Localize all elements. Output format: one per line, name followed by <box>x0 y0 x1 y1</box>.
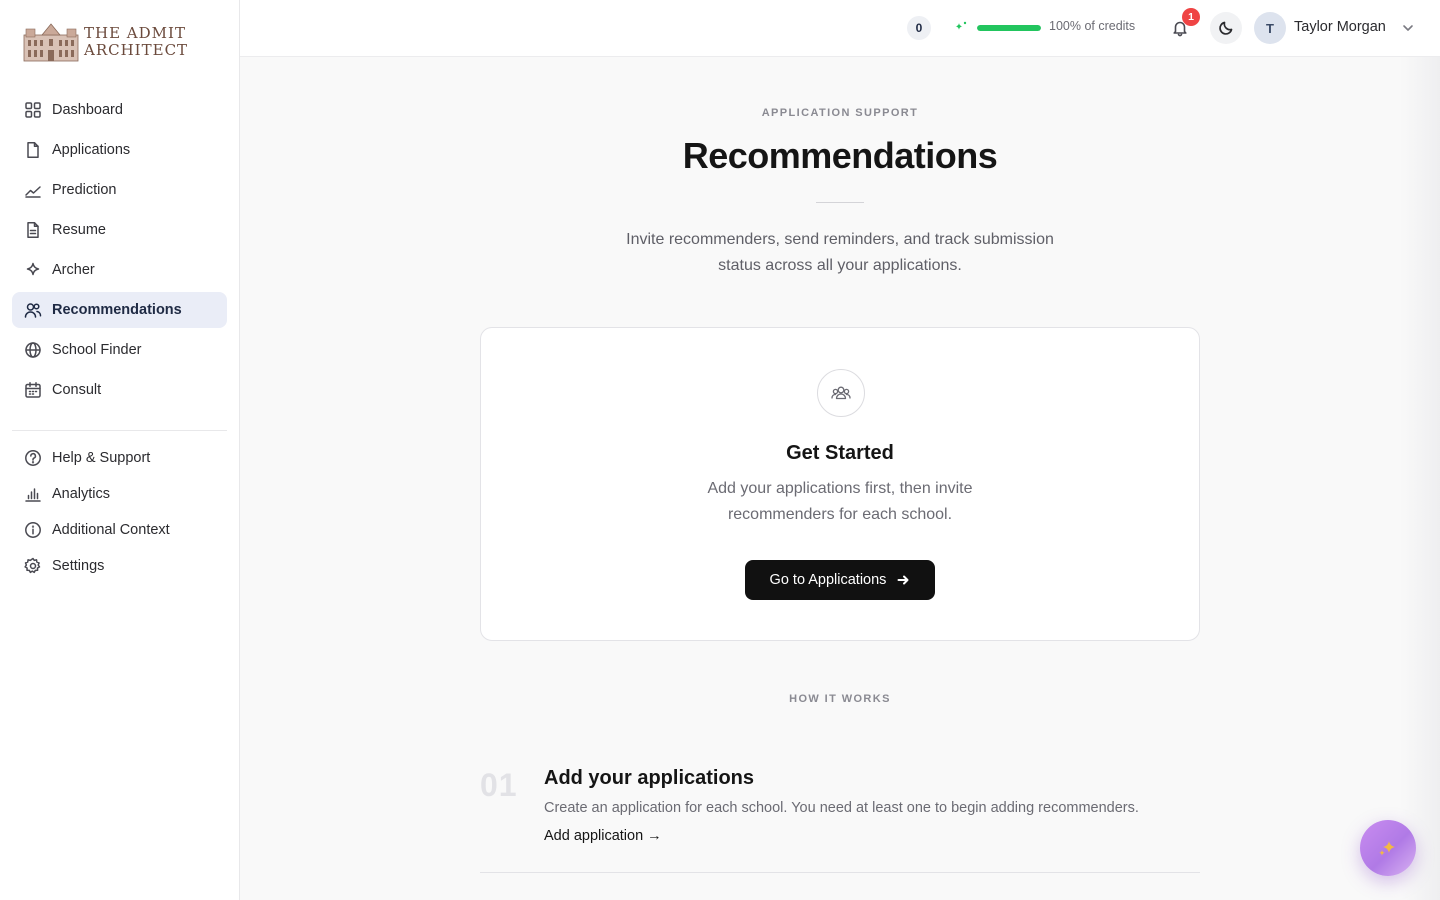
sidebar-item-dashboard[interactable]: Dashboard <box>12 92 227 128</box>
sidebar-item-settings[interactable]: Settings <box>12 548 227 584</box>
credits-progress-bar <box>977 25 1041 31</box>
card-description: Add your applications first, then invite… <box>707 480 973 523</box>
info-icon <box>24 521 42 539</box>
gear-icon <box>24 557 42 575</box>
sidebar-item-label: Applications <box>52 142 131 158</box>
chevron-down-icon <box>1403 25 1413 31</box>
sidebar-item-school-finder[interactable]: School Finder <box>12 332 227 368</box>
trend-icon <box>24 181 42 199</box>
calendar-icon <box>24 381 42 399</box>
sidebar-item-label: Analytics <box>52 486 111 502</box>
sidebar-item-consult[interactable]: Consult <box>12 372 227 408</box>
page-eyebrow: APPLICATION SUPPORT <box>761 107 919 119</box>
sidebar-item-resume[interactable]: Resume <box>12 212 227 248</box>
sidebar-item-label: School Finder <box>52 342 142 358</box>
cta-label: Go to Applications <box>769 572 887 588</box>
page-subtitle: Invite recommenders, send reminders, and… <box>626 231 1054 274</box>
sidebar-item-label: Resume <box>52 222 106 238</box>
step-number: 01 <box>480 767 518 803</box>
brand-line-1: THE ADMIT <box>84 24 186 42</box>
help-icon <box>24 449 42 467</box>
topbar: 0 100% of credits 1 T Taylor Morgan <box>240 0 1440 57</box>
title-divider <box>816 202 864 203</box>
users-icon <box>24 301 42 319</box>
sidebar-item-analytics[interactable]: Analytics <box>12 476 227 512</box>
page-title: Recommendations <box>682 135 998 176</box>
sidebar-item-label: Archer <box>52 262 95 278</box>
arrow-right-icon <box>897 575 909 585</box>
brand-name: THE ADMIT ARCHITECT <box>84 25 188 59</box>
sidebar: THE ADMIT ARCHITECT Dashboard Applicatio… <box>0 0 240 900</box>
sidebar-item-label: Additional Context <box>52 522 170 538</box>
avatar[interactable]: T <box>1254 12 1286 44</box>
brand-line-2: ARCHITECT <box>84 41 189 59</box>
magic-sparkle-icon <box>1379 841 1395 856</box>
grid-icon <box>24 101 42 119</box>
bar-chart-icon <box>24 485 42 503</box>
sidebar-item-help-support[interactable]: Help & Support <box>12 440 227 476</box>
sidebar-item-additional-context[interactable]: Additional Context <box>12 512 227 548</box>
sidebar-item-label: Settings <box>52 558 105 574</box>
brand-logo[interactable]: THE ADMIT ARCHITECT <box>22 20 188 64</box>
add-application-link[interactable]: Add application → <box>544 828 662 844</box>
get-started-card: Get Started Add your applications first,… <box>480 327 1200 641</box>
document-icon <box>24 221 42 239</box>
ai-assistant-button[interactable] <box>1360 820 1416 876</box>
credits-progress-fill <box>977 25 1041 31</box>
sidebar-item-label: Recommendations <box>52 302 182 318</box>
go-to-applications-button[interactable]: Go to Applications <box>745 560 935 600</box>
globe-icon <box>24 341 42 359</box>
credits-text: 100% of credits <box>1049 19 1136 33</box>
sparkle-icon <box>24 261 42 279</box>
sidebar-item-label: Dashboard <box>52 102 123 118</box>
sidebar-item-applications[interactable]: Applications <box>12 132 227 168</box>
moon-icon <box>1219 21 1233 35</box>
counter-badge[interactable]: 0 <box>907 16 931 40</box>
step-item: 01 Add your applications Create an appli… <box>480 761 1200 873</box>
step-title: Add your applications <box>544 767 755 789</box>
sidebar-item-label: Consult <box>52 382 102 398</box>
sidebar-divider <box>12 430 227 431</box>
sidebar-item-archer[interactable]: Archer <box>12 252 227 288</box>
group-icon <box>817 369 865 417</box>
theme-toggle-button[interactable] <box>1210 12 1242 44</box>
sidebar-item-label: Help & Support <box>52 450 151 466</box>
secondary-nav: Help & Support Analytics Additional Cont… <box>12 440 227 584</box>
card-title: Get Started <box>786 442 894 464</box>
primary-nav: Dashboard Applications Prediction Resume… <box>12 92 227 412</box>
user-menu-toggle[interactable] <box>1400 20 1416 36</box>
main-content: APPLICATION SUPPORT Recommendations Invi… <box>240 57 1440 900</box>
notification-count-badge: 1 <box>1182 8 1200 26</box>
sidebar-item-prediction[interactable]: Prediction <box>12 172 227 208</box>
building-logo-icon <box>22 21 80 63</box>
user-name[interactable]: Taylor Morgan <box>1294 19 1386 35</box>
credits-sparkle-icon <box>955 21 967 30</box>
how-it-works-heading: HOW IT WORKS <box>789 693 891 705</box>
sidebar-item-recommendations[interactable]: Recommendations <box>12 292 227 328</box>
step-description: Create an application for each school. Y… <box>544 800 1139 816</box>
file-icon <box>24 141 42 159</box>
sidebar-item-label: Prediction <box>52 182 117 198</box>
